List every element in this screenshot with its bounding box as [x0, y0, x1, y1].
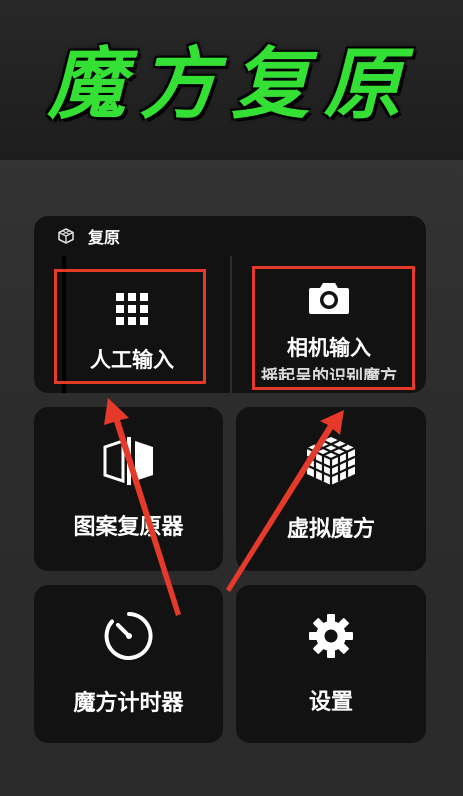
manual-input-label: 人工输入 — [90, 348, 174, 372]
cube-timer-tile[interactable]: 魔方计时器 — [34, 585, 223, 743]
restore-section-card: 复原 人工输入 相机输入 摇起呈的识别魔方 — [34, 216, 426, 393]
camera-input-sublabel: 摇起呈的识别魔方 — [261, 367, 397, 380]
cube-timer-label: 魔方计时器 — [73, 691, 184, 716]
app-header: 魔方复原 — [0, 0, 463, 160]
pattern-mirror-icon — [103, 437, 155, 489]
manual-input-button[interactable]: 人工输入 — [34, 256, 230, 393]
gear-icon — [307, 612, 355, 664]
camera-icon — [307, 280, 351, 320]
settings-tile[interactable]: 设置 — [236, 585, 426, 743]
rubiks-cube-icon — [305, 435, 357, 491]
camera-input-button[interactable]: 相机输入 摇起呈的识别魔方 — [232, 256, 426, 393]
pattern-restorer-tile[interactable]: 图案复原器 — [34, 407, 223, 571]
camera-input-label: 相机输入 — [287, 336, 371, 360]
settings-label: 设置 — [308, 690, 353, 715]
cube-outline-icon — [58, 228, 74, 244]
timer-icon — [104, 611, 154, 665]
app-title: 魔方复原 — [47, 39, 416, 130]
manual-input-accent-bar — [62, 256, 66, 393]
restore-section-title: 复原 — [88, 228, 121, 247]
virtual-cube-tile[interactable]: 虚拟魔方 — [236, 407, 426, 571]
virtual-cube-label: 虚拟魔方 — [286, 517, 375, 542]
restore-section-header: 复原 — [34, 216, 426, 256]
pattern-restorer-label: 图案复原器 — [73, 515, 184, 540]
grid-icon — [115, 292, 149, 330]
